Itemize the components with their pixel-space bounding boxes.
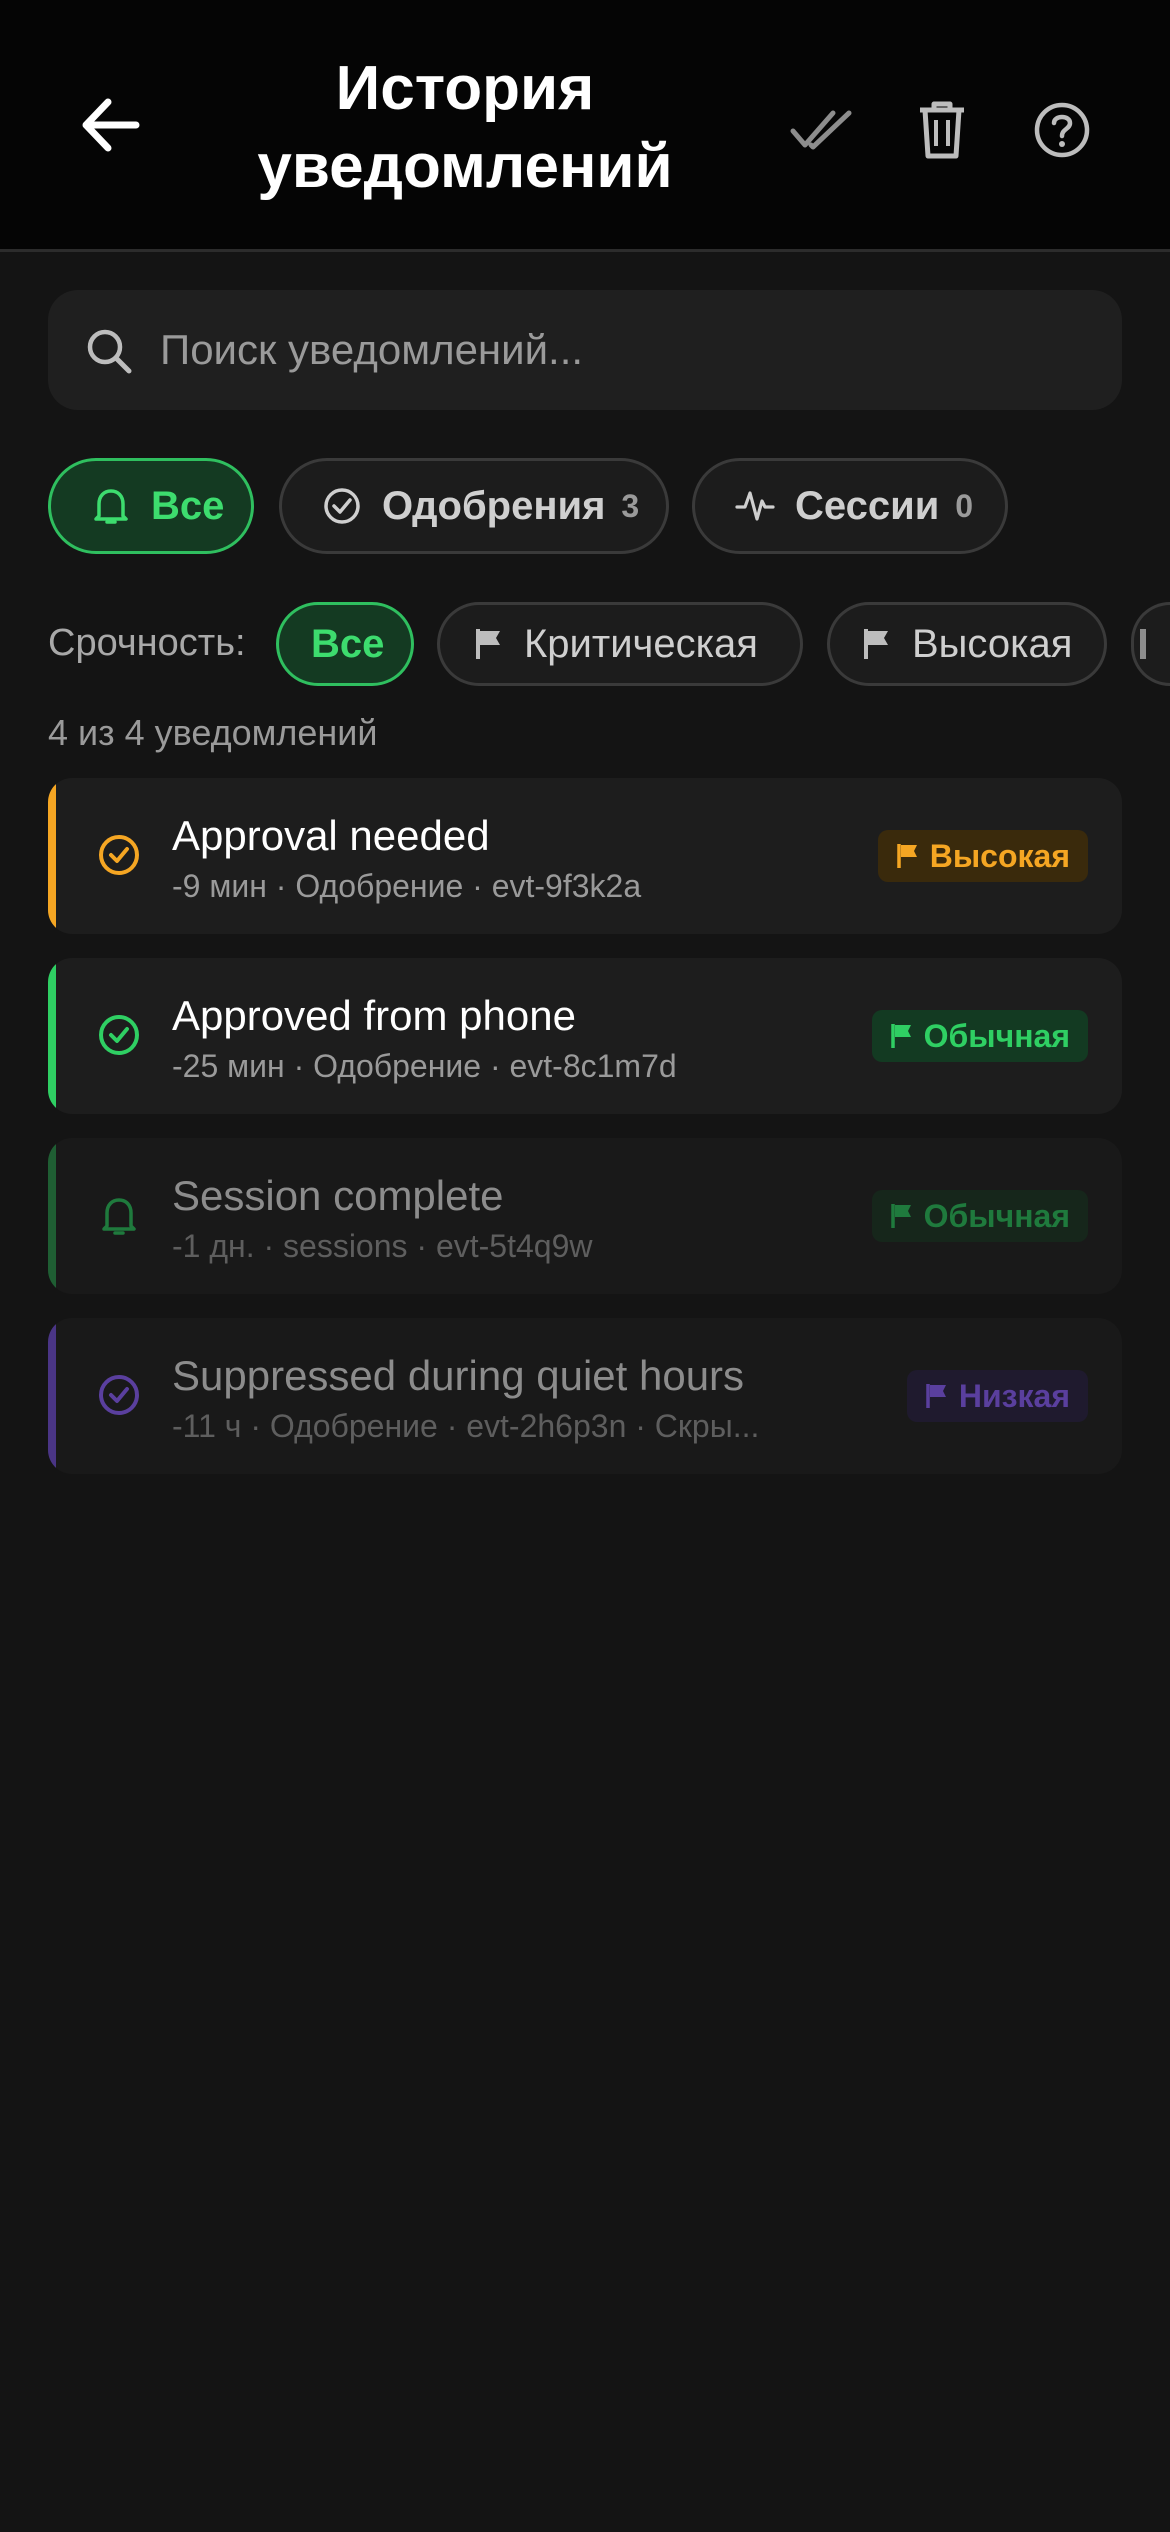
flag-icon	[474, 627, 504, 661]
urgency-badge: Высокая	[877, 830, 1088, 882]
check-circle-icon	[99, 1375, 139, 1415]
filter-sessions-count: 0	[955, 487, 974, 524]
urgency-badge-label: Обычная	[923, 1197, 1070, 1234]
urgency-all-label: Все	[311, 621, 385, 666]
filter-approvals-label: Одобрения	[382, 483, 606, 528]
urgency-all[interactable]: Все	[276, 602, 414, 686]
flag-icon	[890, 1022, 914, 1050]
urgency-badge-label: Высокая	[929, 837, 1070, 874]
flag-icon	[896, 842, 920, 870]
notification-card[interactable]: Approved from phone -25 мин · Одобрение …	[48, 958, 1122, 1114]
activity-icon	[735, 486, 775, 526]
notification-card[interactable]: Session complete -1 дн. · sessions · evt…	[48, 1138, 1122, 1294]
app-header: История уведомлений	[0, 0, 1170, 252]
notification-meta: -25 мин · Одобрение · evt-8c1m7d	[172, 1048, 677, 1084]
help-icon	[1034, 102, 1090, 158]
results-count: 4 из 4 уведомлений	[48, 712, 378, 753]
filter-sessions[interactable]: Сессии 0	[692, 458, 1008, 554]
urgency-badge-label: Низкая	[958, 1377, 1070, 1414]
check-circle-icon	[99, 1015, 139, 1055]
notification-meta: -9 мин · Одобрение · evt-9f3k2a	[172, 868, 642, 904]
mark-all-read-button[interactable]	[782, 90, 862, 170]
page-title: История уведомлений	[257, 54, 673, 201]
urgency-high-label: Высокая	[912, 621, 1073, 666]
check-circle-icon	[99, 835, 139, 875]
urgency-bar	[48, 778, 56, 934]
back-button[interactable]	[70, 90, 150, 160]
urgency-bar	[48, 958, 56, 1114]
filter-sessions-label: Сессии	[795, 483, 940, 528]
notification-title: Approved from phone	[172, 992, 576, 1039]
double-check-icon	[790, 110, 852, 150]
search-bar	[48, 290, 1122, 410]
notification-title: Session complete	[172, 1172, 504, 1219]
flag-icon	[862, 627, 892, 661]
urgency-bar	[48, 1138, 56, 1294]
check-circle-icon	[322, 486, 362, 526]
delete-all-button[interactable]	[902, 90, 982, 170]
notification-meta: -11 ч · Одобрение · evt-2h6p3n · Скры...	[172, 1408, 760, 1444]
notification-title: Approval needed	[172, 812, 490, 859]
search-icon	[87, 329, 132, 374]
flag-icon	[925, 1382, 949, 1410]
arrow-left-icon	[82, 98, 140, 152]
help-button[interactable]	[1022, 90, 1102, 170]
flag-icon	[890, 1202, 914, 1230]
urgency-badge: Обычная	[871, 1190, 1088, 1242]
urgency-bar	[48, 1318, 56, 1474]
urgency-critical[interactable]: Критическая	[437, 602, 803, 686]
urgency-critical-label: Критическая	[524, 621, 758, 666]
urgency-label: Срочность:	[48, 622, 246, 664]
urgency-badge-label: Обычная	[923, 1017, 1070, 1054]
flag-icon	[1140, 629, 1146, 659]
filter-approvals-count: 3	[621, 487, 640, 524]
urgency-badge: Низкая	[906, 1370, 1088, 1422]
filter-all[interactable]: Все	[48, 458, 254, 554]
search-input[interactable]	[160, 290, 1080, 410]
bell-icon	[102, 1198, 136, 1235]
filter-all-label: Все	[151, 483, 225, 528]
bell-icon	[91, 486, 131, 526]
notification-card[interactable]: Approval needed -9 мин · Одобрение · evt…	[48, 778, 1122, 934]
notification-card[interactable]: Suppressed during quiet hours -11 ч · Од…	[48, 1318, 1122, 1474]
urgency-more[interactable]	[1131, 602, 1170, 686]
notification-title: Suppressed during quiet hours	[172, 1352, 745, 1399]
trash-icon	[920, 101, 964, 159]
urgency-high[interactable]: Высокая	[827, 602, 1107, 686]
notification-meta: -1 дн. · sessions · evt-5t4q9w	[172, 1228, 593, 1264]
filter-approvals[interactable]: Одобрения 3	[279, 458, 669, 554]
urgency-badge: Обычная	[871, 1010, 1088, 1062]
